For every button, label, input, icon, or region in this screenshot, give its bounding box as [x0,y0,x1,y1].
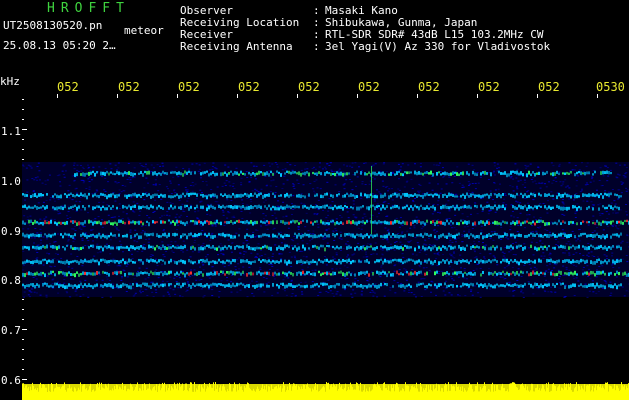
time-tick: 052 [178,80,200,94]
time-tick: 052 [57,80,79,94]
app-brand: HROFFT [47,1,130,16]
info-sep: : [313,40,320,53]
noise-floor [22,162,629,298]
time-tick: 052 [358,80,380,94]
freq-tick: 0.9 [1,225,21,238]
signal-level-meter [22,382,629,400]
file-name: UT2508130520.pn [3,19,103,32]
freq-tick: 1.1 [1,125,21,138]
freq-tick: 1.0 [1,175,21,188]
info-value: 3el Yagi(V) Az 330 for Vladivostok [325,40,551,53]
station-info: Observer: Masaki Kano Receiving Location:… [180,5,550,53]
freq-tick: 0.8 [1,274,21,287]
time-tick: 052 [238,80,260,94]
time-tick: 052 [538,80,560,94]
spectrogram [22,94,629,400]
info-antenna: Receiving Antenna:3el Yagi(V) Az 330 for… [180,41,550,53]
time-tick: 052 [478,80,500,94]
time-tick: 052 [118,80,140,94]
freq-tick: 0.6 [1,374,21,387]
time-tick: 0530 [596,80,625,94]
time-tick: 052 [298,80,320,94]
freq-tick: 0.7 [1,324,21,337]
info-label: Receiving Antenna [180,40,293,53]
unit-label: kHz [0,75,20,88]
time-tick: 052 [418,80,440,94]
date-time: 25.08.13 05:20 2… [3,39,116,52]
mode-label: meteor [124,24,164,37]
